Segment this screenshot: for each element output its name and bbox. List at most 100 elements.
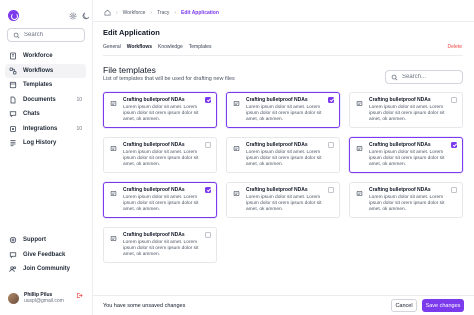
section-subtitle: List of templates that will be used for … [103, 76, 235, 82]
sidebar-item-label: Log History [23, 140, 57, 147]
card-title: Crafting bulletproof NDAs [123, 187, 185, 193]
history-icon [9, 139, 17, 147]
sidebar-item-label: Workforce [23, 53, 53, 60]
community-icon [9, 265, 17, 273]
template-card[interactable]: Crafting bulletproof NDAs Lorem ipsum dol… [349, 182, 463, 218]
file-icon [110, 100, 117, 107]
sidebar-top-icons [68, 11, 90, 20]
sidebar-item-integrations[interactable]: Integrations 10 [5, 122, 86, 137]
avatar [8, 292, 19, 304]
card-checkbox[interactable] [451, 187, 457, 193]
file-icon [233, 145, 240, 152]
document-icon [9, 96, 17, 104]
delete-button[interactable]: Delete [448, 44, 462, 50]
card-checkbox[interactable] [451, 142, 457, 148]
sidebar-item-support[interactable]: Support [5, 233, 86, 248]
count-badge: 10 [76, 125, 82, 132]
user-info: Phillip Pilus uuspl@gmail.com [24, 292, 64, 305]
card-description: Lorem ipsum dolor sit amet. Lorem ipsum … [246, 105, 322, 122]
sidebar-item-templates[interactable]: Templates [5, 78, 86, 93]
count-badge: 10 [76, 96, 82, 103]
section-title: File templates [103, 65, 156, 75]
card-title: Crafting bulletproof NDAs [123, 142, 185, 148]
card-title: Crafting bulletproof NDAs [246, 187, 308, 193]
card-checkbox[interactable] [451, 97, 457, 103]
search-icon [13, 32, 20, 39]
sidebar-item-join-community[interactable]: Join Community [5, 262, 86, 277]
template-card[interactable]: Crafting bulletproof NDAs Lorem ipsum dol… [103, 92, 217, 128]
app-logo[interactable] [8, 10, 19, 21]
card-description: Lorem ipsum dolor sit amet. Lorem ipsum … [123, 240, 199, 257]
save-changes-button[interactable]: Save changes [422, 299, 464, 312]
card-checkbox[interactable] [205, 97, 211, 103]
template-card[interactable]: Crafting bulletproof NDAs Lorem ipsum dol… [226, 182, 340, 218]
card-title: Crafting bulletproof NDAs [246, 142, 308, 148]
page-title: Edit Application [103, 28, 160, 37]
file-icon [356, 145, 363, 152]
card-description: Lorem ipsum dolor sit amet. Lorem ipsum … [246, 195, 322, 212]
breadcrumb-tracy[interactable]: Tracy [157, 10, 169, 16]
sidebar-item-label: Integrations [23, 125, 58, 132]
support-icon [9, 236, 17, 244]
file-icon [233, 190, 240, 197]
unsaved-message: You have some unsaved changes [103, 303, 186, 309]
tabs-divider [103, 55, 463, 56]
card-description: Lorem ipsum dolor sit amet. Lorem ipsum … [123, 195, 199, 212]
sidebar-item-chats[interactable]: Chats [5, 107, 86, 122]
template-card[interactable]: Crafting bulletproof NDAs Lorem ipsum dol… [103, 227, 217, 263]
card-description: Lorem ipsum dolor sit amet. Lorem ipsum … [369, 150, 445, 167]
template-card[interactable]: Crafting bulletproof NDAs Lorem ipsum dol… [349, 92, 463, 128]
card-description: Lorem ipsum dolor sit amet. Lorem ipsum … [123, 150, 199, 167]
card-title: Crafting bulletproof NDAs [123, 97, 185, 103]
card-checkbox[interactable] [328, 142, 334, 148]
template-search[interactable] [385, 70, 463, 84]
template-card[interactable]: Crafting bulletproof NDAs Lorem ipsum dol… [103, 182, 217, 218]
file-icon [356, 190, 363, 197]
card-checkbox[interactable] [205, 232, 211, 238]
header-divider [93, 21, 474, 22]
building-icon [9, 52, 17, 60]
breadcrumb-workforce[interactable]: Workforce [123, 10, 146, 16]
sidebar-item-give-feedback[interactable]: Give Feedback [5, 248, 86, 263]
sidebar-item-workforce[interactable]: Workforce [5, 49, 86, 64]
user-profile[interactable]: Phillip Pilus uuspl@gmail.com [8, 290, 86, 306]
sidebar-item-label: Support [23, 237, 46, 244]
workflow-icon [9, 67, 17, 75]
sidebar-item-log-history[interactable]: Log History [5, 136, 86, 151]
card-description: Lorem ipsum dolor sit amet. Lorem ipsum … [369, 195, 445, 212]
sidebar-item-workflows[interactable]: Workflows [5, 63, 86, 78]
sidebar-item-label: Join Community [23, 266, 71, 273]
card-checkbox[interactable] [205, 187, 211, 193]
file-icon [110, 190, 117, 197]
file-icon [356, 100, 363, 107]
file-icon [110, 145, 117, 152]
sidebar-search[interactable] [7, 28, 85, 42]
card-checkbox[interactable] [328, 187, 334, 193]
template-card[interactable]: Crafting bulletproof NDAs Lorem ipsum dol… [103, 137, 217, 173]
cancel-button[interactable]: Cancel [391, 299, 417, 312]
card-description: Lorem ipsum dolor sit amet. Lorem ipsum … [246, 150, 322, 167]
chevron-right-icon: › [116, 9, 118, 16]
template-card[interactable]: Crafting bulletproof NDAs Lorem ipsum dol… [349, 137, 463, 173]
template-card[interactable]: Crafting bulletproof NDAs Lorem ipsum dol… [226, 92, 340, 128]
card-description: Lorem ipsum dolor sit amet. Lorem ipsum … [123, 105, 199, 122]
card-title: Crafting bulletproof NDAs [369, 187, 431, 193]
logout-icon[interactable] [76, 292, 83, 299]
sidebar-item-label: Templates [23, 82, 53, 89]
moon-icon[interactable] [81, 11, 90, 20]
card-checkbox[interactable] [205, 142, 211, 148]
template-card[interactable]: Crafting bulletproof NDAs Lorem ipsum dol… [226, 137, 340, 173]
unsaved-changes-bar: You have some unsaved changes Cancel Sav… [93, 295, 474, 315]
integration-icon [9, 125, 17, 133]
gear-icon[interactable] [68, 11, 77, 20]
sidebar: Workforce Workflows Templates Documents … [0, 0, 93, 315]
home-icon[interactable] [104, 9, 111, 16]
chevron-right-icon: › [174, 9, 177, 16]
breadcrumb-current: Edit Application [181, 9, 219, 16]
template-search-input[interactable] [402, 74, 460, 80]
sidebar-search-input[interactable] [24, 32, 82, 38]
sidebar-item-label: Chats [23, 111, 40, 118]
card-checkbox[interactable] [328, 97, 334, 103]
card-title: Crafting bulletproof NDAs [369, 142, 431, 148]
sidebar-item-documents[interactable]: Documents 10 [5, 93, 86, 108]
